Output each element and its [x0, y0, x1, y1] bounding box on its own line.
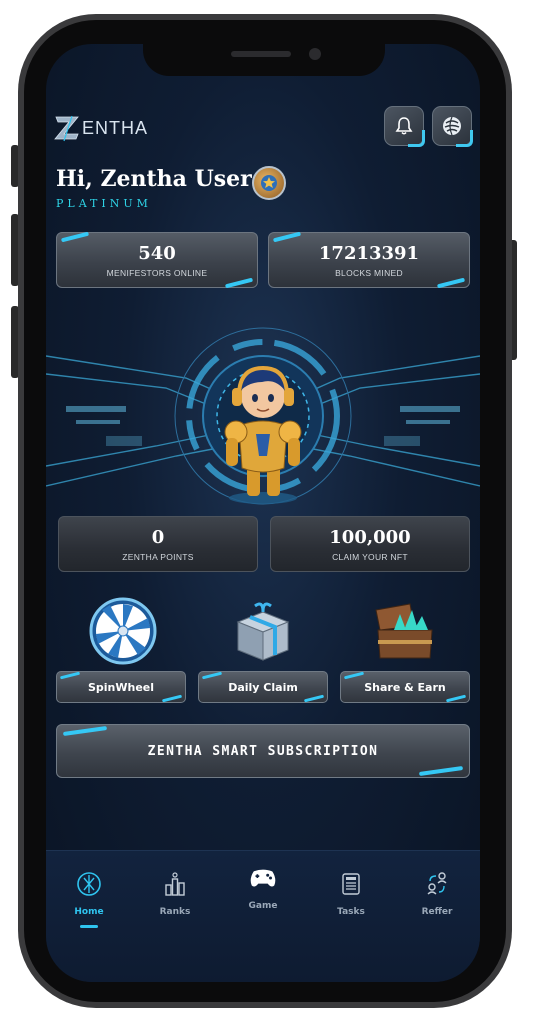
treasure-chest-icon[interactable] — [370, 596, 440, 666]
nft-card[interactable]: 100,000 CLAIM YOUR NFT — [270, 516, 470, 572]
tasks-icon — [336, 869, 366, 899]
daily-claim-button[interactable]: Daily Claim — [198, 671, 328, 703]
nav-home[interactable]: Home — [54, 869, 124, 928]
nav-reffer[interactable]: Reffer — [402, 869, 472, 917]
notification-button[interactable] — [384, 106, 425, 147]
bar-chart-icon — [160, 869, 190, 899]
nft-value: 100,000 — [329, 526, 411, 548]
home-icon — [74, 869, 104, 899]
star-shield-icon — [261, 175, 277, 191]
zentha-logo-icon — [54, 115, 79, 142]
active-tab-indicator — [80, 925, 98, 928]
spin-wheel-icon[interactable] — [88, 596, 158, 666]
gift-box-icon[interactable] — [228, 596, 298, 666]
wallet-button[interactable] — [432, 106, 473, 147]
nav-game[interactable]: Game — [228, 863, 298, 911]
nav-tasks-label: Tasks — [337, 907, 365, 917]
stat-card-blocks: 17213391 BLOCKS MINED — [268, 232, 470, 288]
user-tier: PLATINUM — [56, 197, 152, 210]
front-camera — [309, 48, 321, 60]
smart-subscription-label: ZENTHA SMART SUBSCRIPTION — [147, 743, 379, 759]
spinwheel-button[interactable]: SpinWheel — [56, 671, 186, 703]
stat-label: BLOCKS MINED — [335, 267, 403, 278]
tier-badge — [252, 166, 286, 200]
nft-label: CLAIM YOUR NFT — [332, 551, 408, 562]
daily-claim-label: Daily Claim — [228, 680, 298, 694]
points-card: 0 ZENTHA POINTS — [58, 516, 258, 572]
logo-text: ENTHA — [82, 117, 149, 138]
nav-ranks-label: Ranks — [159, 907, 191, 917]
gamepad-icon — [248, 863, 278, 893]
user-greeting: Hi, Zentha User — [56, 166, 252, 192]
hero-illustration — [46, 327, 480, 505]
app-logo: ENTHA — [54, 114, 148, 142]
globe-wallet-icon — [443, 116, 461, 136]
nav-game-label: Game — [248, 901, 278, 911]
share-earn-button[interactable]: Share & Earn — [340, 671, 470, 703]
points-label: ZENTHA POINTS — [122, 551, 194, 562]
points-value: 0 — [151, 526, 165, 548]
app-screen: ENTHA Hi, Zentha User PLATINUM 540 MENIF… — [46, 44, 480, 982]
speaker — [231, 51, 291, 57]
nav-home-label: Home — [74, 907, 104, 917]
bottom-nav: Home Ranks Game Tasks Reffer — [46, 850, 480, 982]
notch — [143, 44, 385, 76]
stat-label: MENIFESTORS ONLINE — [106, 267, 208, 278]
smart-subscription-button[interactable]: ZENTHA SMART SUBSCRIPTION — [56, 724, 470, 778]
bell-icon — [395, 117, 413, 135]
stat-card-online: 540 MENIFESTORS ONLINE — [56, 232, 258, 288]
stat-value: 17213391 — [318, 242, 420, 264]
share-earn-label: Share & Earn — [364, 680, 446, 694]
nav-ranks[interactable]: Ranks — [140, 869, 210, 917]
spinwheel-label: SpinWheel — [87, 680, 155, 694]
nav-tasks[interactable]: Tasks — [316, 869, 386, 917]
nav-reffer-label: Reffer — [421, 907, 453, 917]
referral-icon — [422, 869, 452, 899]
stat-value: 540 — [138, 242, 176, 264]
